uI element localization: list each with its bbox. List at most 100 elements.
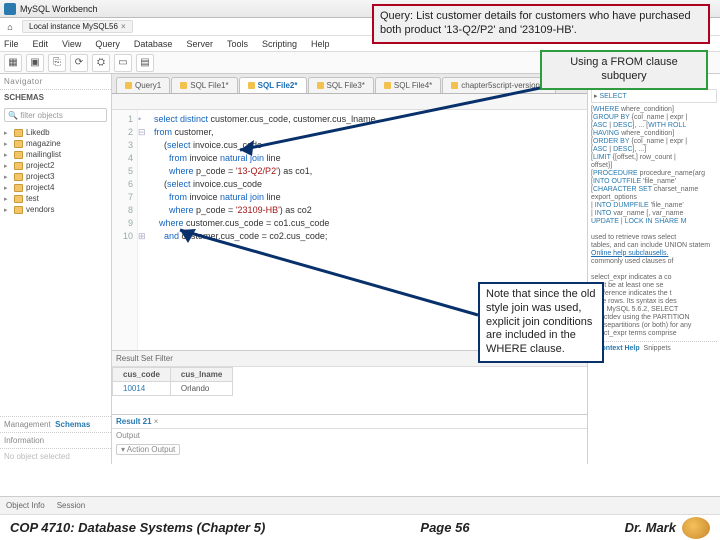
menu-scripting[interactable]: Scripting [262,39,297,49]
menu-database[interactable]: Database [134,39,173,49]
help-line: select_expr terms comprise [591,329,717,337]
schemas-header[interactable]: SCHEMAS [0,90,111,105]
tab-file2[interactable]: SQL File2* [239,77,307,93]
line-gutter: 12345678910 [112,110,138,350]
schema-item[interactable]: ▸project3 [4,171,107,182]
menu-server[interactable]: Server [186,39,213,49]
result-grid[interactable]: cus_codecus_lname 10014Orlando [112,366,587,414]
help-line: a reference indicates the t [591,289,717,297]
toolbar-btn-6[interactable]: ▭ [114,54,132,72]
output-label: Output [116,431,140,440]
app-title: MySQL Workbench [20,4,98,14]
help-line: offset}] [591,161,717,169]
menu-tools[interactable]: Tools [227,39,248,49]
slide-footer: COP 4710: Database Systems (Chapter 5) P… [0,514,720,540]
snippets-tab[interactable]: Snippets [644,345,671,352]
connection-tab[interactable]: Local instance MySQL56 × [22,20,133,33]
editor-toolbar [112,94,587,110]
schema-item[interactable]: ▸project4 [4,182,107,193]
help-line: tables, and can include UNION statem [591,241,717,249]
tab-query1[interactable]: Query1 [116,77,170,93]
help-line: used to retrieve rows select [591,233,717,241]
folder-icon [14,129,23,137]
help-line: [CHARACTER SET charset_name [591,185,717,193]
folder-icon [14,140,23,148]
schema-item[interactable]: ▸project2 [4,160,107,171]
toolbar-btn-4[interactable]: ⟳ [70,54,88,72]
code-area[interactable]: select distinct customer.cus_code, custo… [150,110,380,350]
annotation-from-clause: Using a FROM clause subquery [540,50,708,90]
folder-icon [14,151,23,159]
help-link[interactable]: Online help subclausells. [591,249,717,257]
toolbar-btn-2[interactable]: ▣ [26,54,44,72]
status-session[interactable]: Session [57,501,85,510]
help-line: [ORDER BY {col_name | expr | [591,137,717,145]
schema-item[interactable]: ▸vendors [4,204,107,215]
annotation-query: Query: List customer details for custome… [372,4,710,44]
filter-input[interactable]: 🔍 filter objects [4,108,107,122]
schema-item[interactable]: ▸mailinglist [4,149,107,160]
nav-tab-management[interactable]: Management Schemas [0,416,111,432]
sql-additions-panel: SQL Additions ▸ SELECT [WHERE where_cond… [588,74,720,464]
tab-file3[interactable]: SQL File3* [308,77,374,93]
result-filter-label: Result Set Filter [116,354,173,363]
folder-icon [14,162,23,170]
menu-file[interactable]: File [4,39,19,49]
sql-icon [317,82,324,89]
help-line: table rows. Its syntax is des [591,297,717,305]
help-select-box: ▸ SELECT [591,89,717,103]
tab-file4[interactable]: SQL File4* [375,77,441,93]
connection-label: Local instance MySQL56 [29,22,118,31]
editor-tabs: Query1 SQL File1* SQL File2* SQL File3* … [112,74,587,94]
footer-page: Page 56 [420,520,469,535]
navigator-footer: Management Schemas Information No object… [0,416,111,464]
help-line: [LIMIT {[offset,] row_count | [591,153,717,161]
menu-edit[interactable]: Edit [33,39,49,49]
schema-item[interactable]: ▸test [4,193,107,204]
col-header[interactable]: cus_lname [170,368,232,382]
schema-item[interactable]: ▸magazine [4,138,107,149]
help-line: [GROUP BY {col_name | expr | [591,113,717,121]
navigator-panel: Navigator SCHEMAS 🔍 filter objects ▸Like… [0,74,112,464]
editor-panel: Query1 SQL File1* SQL File2* SQL File3* … [112,74,588,464]
help-line: commonly used clauses of [591,257,717,265]
schema-item[interactable]: ▸Likedb [4,127,107,138]
folder-icon [14,173,23,181]
search-icon: 🔍 [8,111,18,120]
footer-left: COP 4710: Database Systems (Chapter 5) [10,520,265,535]
menu-view[interactable]: View [62,39,81,49]
toolbar-btn-1[interactable]: ▦ [4,54,22,72]
app-icon [4,3,16,15]
menu-query[interactable]: Query [95,39,120,49]
footer-logo-icon [682,517,710,539]
folder-icon [14,184,23,192]
help-line: selectdev using the PARTITION [591,313,717,321]
help-line: UPDATE | LOCK IN SHARE M [591,217,717,225]
help-line: [HAVING where_condition] [591,129,717,137]
status-object-info[interactable]: Object Info [6,501,45,510]
help-line: | INTO DUMPFILE 'file_name' [591,201,717,209]
toolbar-btn-7[interactable]: ▤ [136,54,154,72]
footer-right: Dr. Mark [625,520,676,535]
home-icon[interactable]: ⌂ [4,21,16,33]
col-header[interactable]: cus_code [113,368,171,382]
result-tab[interactable]: Result 21 × [112,414,587,428]
help-line: [WHERE where_condition] [591,105,717,113]
output-mode-select[interactable]: ▾ Action Output [116,444,180,455]
cell[interactable]: 10014 [113,382,171,396]
sql-icon [180,82,187,89]
toolbar-btn-3[interactable]: ⎘ [48,54,66,72]
help-line: [ASC | DESC], ...] [591,145,717,153]
nav-no-object: No object selected [0,448,111,464]
help-line: export_options [591,193,717,201]
close-icon[interactable]: × [121,22,126,31]
sql-icon [248,82,255,89]
menu-help[interactable]: Help [311,39,330,49]
tab-file1[interactable]: SQL File1* [171,77,237,93]
main-area: Navigator SCHEMAS 🔍 filter objects ▸Like… [0,74,720,464]
toolbar-btn-5[interactable]: ⛭ [92,54,110,72]
help-line: must be at least one se [591,281,717,289]
cell[interactable]: Orlando [170,382,232,396]
folder-icon [14,206,23,214]
help-line: | INTO var_name [, var_name [591,209,717,217]
